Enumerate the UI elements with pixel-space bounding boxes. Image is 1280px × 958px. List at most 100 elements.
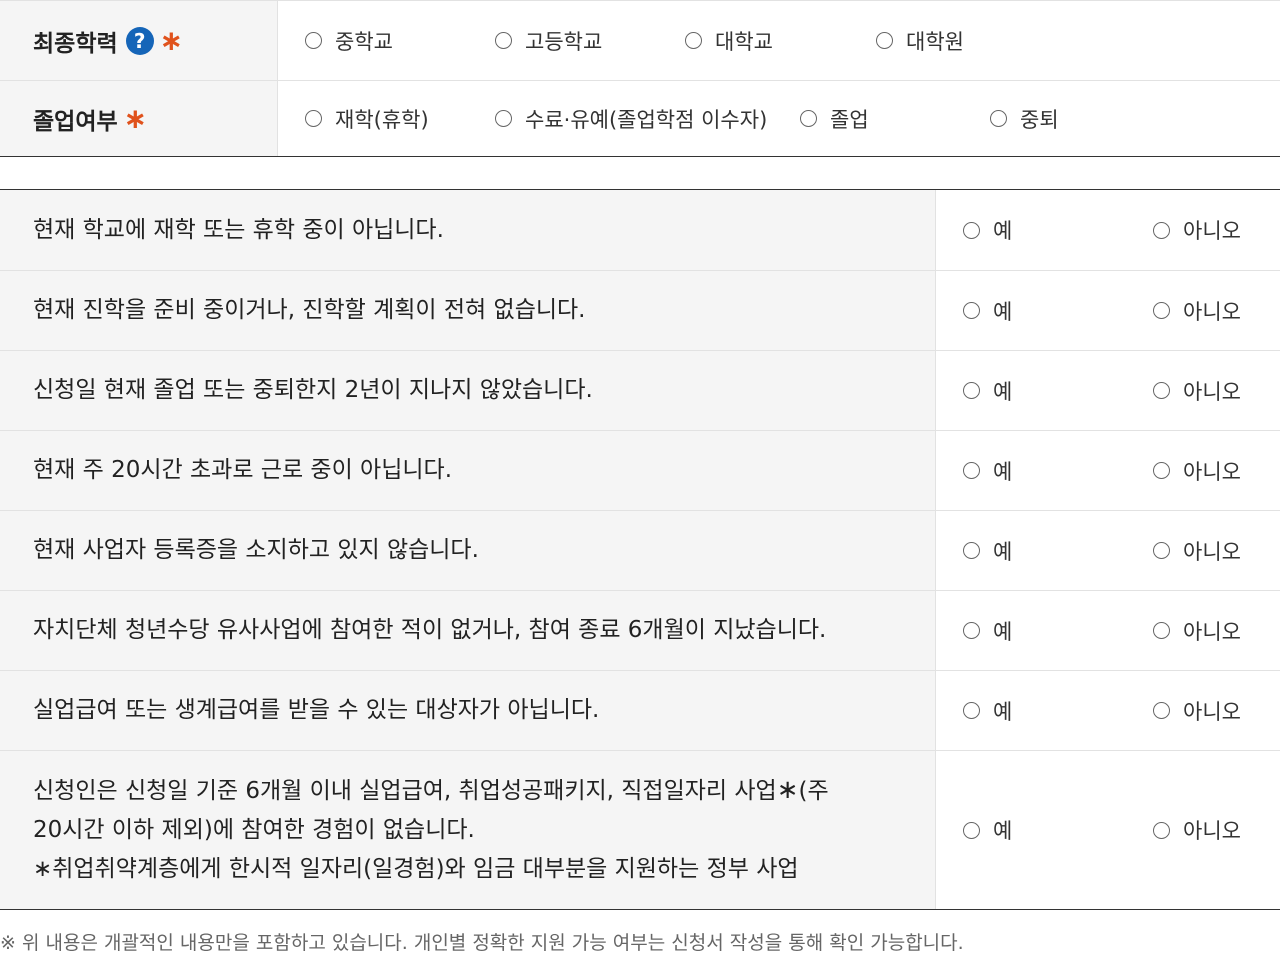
radio-button[interactable] (963, 462, 980, 479)
question-line-1-tail: (주 (798, 778, 829, 804)
question-footnote-line: ∗취업취약계층에게 한시적 일자리(일경험)와 임금 대부분을 지원하는 정부 … (33, 856, 799, 882)
no-label: 아니오 (1183, 219, 1241, 243)
option-label: 중퇴 (1020, 107, 1059, 132)
graduation-option-graduated[interactable]: 졸업 (800, 104, 869, 134)
no-label: 아니오 (1183, 819, 1241, 843)
checklist-row: 현재 주 20시간 초과로 근로 중이 아닙니다. 예 아니오 (0, 430, 1280, 510)
radio-button[interactable] (1153, 462, 1170, 479)
radio-button[interactable] (963, 382, 980, 399)
yes-option[interactable]: 예 (963, 616, 1012, 646)
yes-label: 예 (993, 219, 1013, 243)
education-option-high-school[interactable]: 고등학교 (495, 26, 602, 56)
option-label: 졸업 (830, 107, 869, 132)
no-option[interactable]: 아니오 (1153, 536, 1241, 566)
no-label: 아니오 (1183, 379, 1241, 404)
required-mark: ∗ (159, 23, 184, 57)
answer-options: 예 아니오 (936, 190, 1280, 270)
yes-option[interactable]: 예 (963, 815, 1012, 845)
checklist-row: 신청인은 신청일 기준 6개월 이내 실업급여, 취업성공패키지, 직접일자리 … (0, 750, 1280, 909)
education-option-middle-school[interactable]: 중학교 (305, 26, 393, 56)
graduation-option-enrolled[interactable]: 재학(휴학) (305, 104, 429, 134)
radio-button[interactable] (963, 622, 980, 639)
radio-button[interactable] (1153, 221, 1170, 239)
radio-button[interactable] (800, 110, 817, 127)
option-label: 대학교 (715, 29, 773, 54)
question-line-1-text: 신청인은 신청일 기준 6개월 이내 실업급여, 취업성공패키지, 직접일자리 … (33, 778, 777, 804)
no-option[interactable]: 아니오 (1153, 456, 1241, 486)
radio-button[interactable] (1153, 622, 1170, 639)
question-circle-icon[interactable]: ? (125, 26, 154, 55)
radio-button[interactable] (963, 702, 980, 719)
education-option-university[interactable]: 대학교 (685, 26, 773, 56)
answer-options: 예 아니오 (936, 351, 1280, 430)
required-mark: ∗ (123, 101, 148, 135)
option-label: 대학원 (906, 29, 964, 54)
question-text: 신청일 현재 졸업 또는 중퇴한지 2년이 지나지 않았습니다. (0, 351, 936, 430)
radio-button[interactable] (305, 32, 322, 49)
radio-button[interactable] (305, 110, 322, 127)
radio-button[interactable] (876, 32, 893, 49)
checklist-row: 현재 사업자 등록증을 소지하고 있지 않습니다. 예 아니오 (0, 510, 1280, 590)
option-label: 중학교 (335, 29, 393, 54)
no-label: 아니오 (1183, 299, 1241, 324)
radio-button[interactable] (963, 221, 980, 239)
checklist-row: 현재 학교에 재학 또는 휴학 중이 아닙니다. 예 아니오 (0, 190, 1280, 270)
no-label: 아니오 (1183, 699, 1241, 724)
radio-button[interactable] (1153, 382, 1170, 399)
radio-button[interactable] (963, 302, 980, 319)
option-label: 재학(휴학) (335, 107, 429, 132)
education-form-table: 최종학력 ? ∗ 중학교 고등학교 대학교 대학원 졸업여부 ∗ 재학(휴학) … (0, 0, 1280, 157)
application-form: 최종학력 ? ∗ 중학교 고등학교 대학교 대학원 졸업여부 ∗ 재학(휴학) … (0, 0, 1280, 958)
yes-option[interactable]: 예 (963, 376, 1012, 406)
no-option[interactable]: 아니오 (1153, 215, 1241, 245)
radio-button[interactable] (495, 32, 512, 49)
education-options: 중학교 고등학교 대학교 대학원 (278, 1, 1280, 80)
graduation-header: 졸업여부 ∗ (0, 81, 278, 156)
radio-button[interactable] (963, 821, 980, 839)
education-row: 최종학력 ? ∗ 중학교 고등학교 대학교 대학원 (0, 1, 1280, 80)
question-text-block: 신청인은 신청일 기준 6개월 이내 실업급여, 취업성공패키지, 직접일자리 … (33, 771, 829, 889)
yes-label: 예 (993, 539, 1013, 564)
radio-button[interactable] (963, 542, 980, 559)
education-header: 최종학력 ? ∗ (0, 1, 278, 80)
checklist-row: 현재 진학을 준비 중이거나, 진학할 계획이 전혀 없습니다. 예 아니오 (0, 270, 1280, 350)
no-label: 아니오 (1183, 459, 1241, 484)
graduation-option-dropped-out[interactable]: 중퇴 (990, 104, 1059, 134)
question-text: 자치단체 청년수당 유사사업에 참여한 적이 없거나, 참여 종료 6개월이 지… (0, 591, 936, 670)
graduation-option-completed[interactable]: 수료·유예(졸업학점 이수자) (495, 104, 767, 134)
graduation-row: 졸업여부 ∗ 재학(휴학) 수료·유예(졸업학점 이수자) 졸업 중퇴 (0, 80, 1280, 156)
question-line-1: 신청인은 신청일 기준 6개월 이내 실업급여, 취업성공패키지, 직접일자리 … (33, 771, 829, 811)
no-option[interactable]: 아니오 (1153, 296, 1241, 326)
no-option[interactable]: 아니오 (1153, 376, 1241, 406)
radio-button[interactable] (685, 32, 702, 49)
answer-options: 예 아니오 (936, 591, 1280, 670)
answer-options: 예 아니오 (936, 431, 1280, 510)
education-option-graduate-school[interactable]: 대학원 (876, 26, 964, 56)
graduation-label: 졸업여부 (33, 108, 118, 135)
radio-button[interactable] (1153, 302, 1170, 319)
yes-label: 예 (993, 699, 1013, 724)
yes-option[interactable]: 예 (963, 696, 1012, 726)
radio-button[interactable] (1153, 542, 1170, 559)
checklist-row: 자치단체 청년수당 유사사업에 참여한 적이 없거나, 참여 종료 6개월이 지… (0, 590, 1280, 670)
radio-button[interactable] (1153, 702, 1170, 719)
yes-label: 예 (993, 379, 1013, 404)
yes-label: 예 (993, 819, 1013, 843)
radio-button[interactable] (1153, 821, 1170, 839)
radio-button[interactable] (495, 110, 512, 127)
yes-option[interactable]: 예 (963, 456, 1012, 486)
yes-option[interactable]: 예 (963, 215, 1012, 245)
checklist-row: 신청일 현재 졸업 또는 중퇴한지 2년이 지나지 않았습니다. 예 아니오 (0, 350, 1280, 430)
eligibility-checklist: 현재 학교에 재학 또는 휴학 중이 아닙니다. 예 아니오 현재 진학을 준비… (0, 189, 1280, 910)
yes-option[interactable]: 예 (963, 296, 1012, 326)
radio-button[interactable] (990, 110, 1007, 127)
question-text: 신청인은 신청일 기준 6개월 이내 실업급여, 취업성공패키지, 직접일자리 … (0, 751, 936, 909)
no-option[interactable]: 아니오 (1153, 616, 1241, 646)
question-text: 실업급여 또는 생계급여를 받을 수 있는 대상자가 아닙니다. (0, 671, 936, 750)
graduation-options: 재학(휴학) 수료·유예(졸업학점 이수자) 졸업 중퇴 (278, 81, 1280, 156)
yes-option[interactable]: 예 (963, 536, 1012, 566)
no-option[interactable]: 아니오 (1153, 696, 1241, 726)
no-option[interactable]: 아니오 (1153, 815, 1241, 845)
footnote-star: ∗ (776, 775, 799, 805)
answer-options: 예 아니오 (936, 671, 1280, 750)
